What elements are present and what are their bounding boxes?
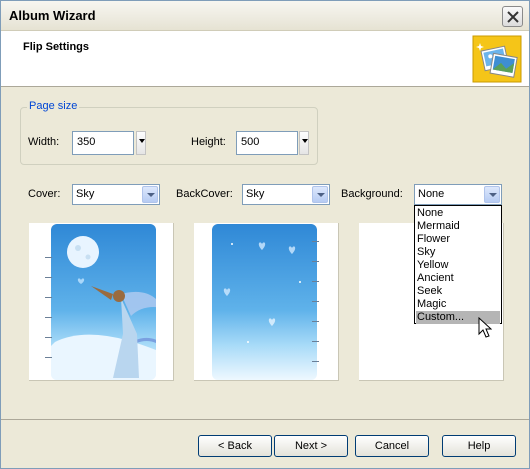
width-input[interactable]: 350 (72, 131, 134, 155)
height-label: Height: (191, 136, 226, 148)
help-button[interactable]: Help (442, 435, 516, 457)
cover-artwork (51, 236, 156, 380)
close-icon (507, 11, 519, 23)
background-label: Background: (341, 188, 403, 200)
list-item[interactable]: Yellow (416, 259, 500, 272)
list-item[interactable]: Flower (416, 233, 500, 246)
backcover-label: BackCover: (176, 188, 233, 200)
background-select-button[interactable] (484, 186, 500, 203)
chevron-down-icon (317, 193, 325, 197)
cover-preview (29, 223, 174, 381)
background-select[interactable]: None (414, 184, 502, 205)
chevron-down-icon (139, 139, 145, 143)
backcover-select-value: Sky (246, 188, 265, 200)
background-dropdown-list[interactable]: None Mermaid Flower Sky Yellow Ancient S… (414, 205, 502, 324)
list-item[interactable]: Seek (416, 285, 500, 298)
backcover-artwork (223, 242, 301, 343)
width-dropdown-button[interactable] (136, 131, 146, 155)
cover-label: Cover: (28, 188, 61, 200)
list-item[interactable]: Sky (416, 246, 500, 259)
cover-select-button[interactable] (142, 186, 158, 203)
next-button[interactable]: Next > (274, 435, 348, 457)
list-item[interactable]: Ancient (416, 272, 500, 285)
height-dropdown-button[interactable] (299, 131, 309, 155)
footer-divider (1, 419, 529, 420)
list-item[interactable]: None (416, 207, 500, 220)
window-title: Album Wizard (9, 8, 96, 23)
cancel-button[interactable]: Cancel (355, 435, 429, 457)
close-button[interactable] (502, 6, 523, 27)
chevron-down-icon (489, 193, 497, 197)
width-label: Width: (28, 136, 60, 148)
mouse-pointer-icon (478, 317, 492, 338)
wizard-header: Flip Settings (1, 31, 529, 87)
cover-select[interactable]: Sky (72, 184, 160, 205)
list-item[interactable]: Magic (416, 298, 500, 311)
height-input[interactable]: 500 (236, 131, 298, 155)
background-select-value: None (418, 188, 445, 200)
backcover-preview (194, 223, 339, 381)
album-wizard-window: Album Wizard Flip Settings Page size Wid… (0, 0, 530, 469)
photo-album-icon (472, 35, 522, 83)
page-size-legend: Page size (27, 100, 80, 112)
title-bar[interactable]: Album Wizard (1, 1, 529, 31)
chevron-down-icon (302, 139, 308, 143)
page-title: Flip Settings (23, 41, 89, 53)
chevron-down-icon (147, 193, 155, 197)
backcover-select[interactable]: Sky (242, 184, 330, 205)
backcover-page-image (212, 224, 317, 380)
back-button[interactable]: < Back (198, 435, 272, 457)
list-item[interactable]: Mermaid (416, 220, 500, 233)
backcover-select-button[interactable] (312, 186, 328, 203)
cover-page-image (51, 224, 156, 380)
cover-select-value: Sky (76, 188, 95, 200)
